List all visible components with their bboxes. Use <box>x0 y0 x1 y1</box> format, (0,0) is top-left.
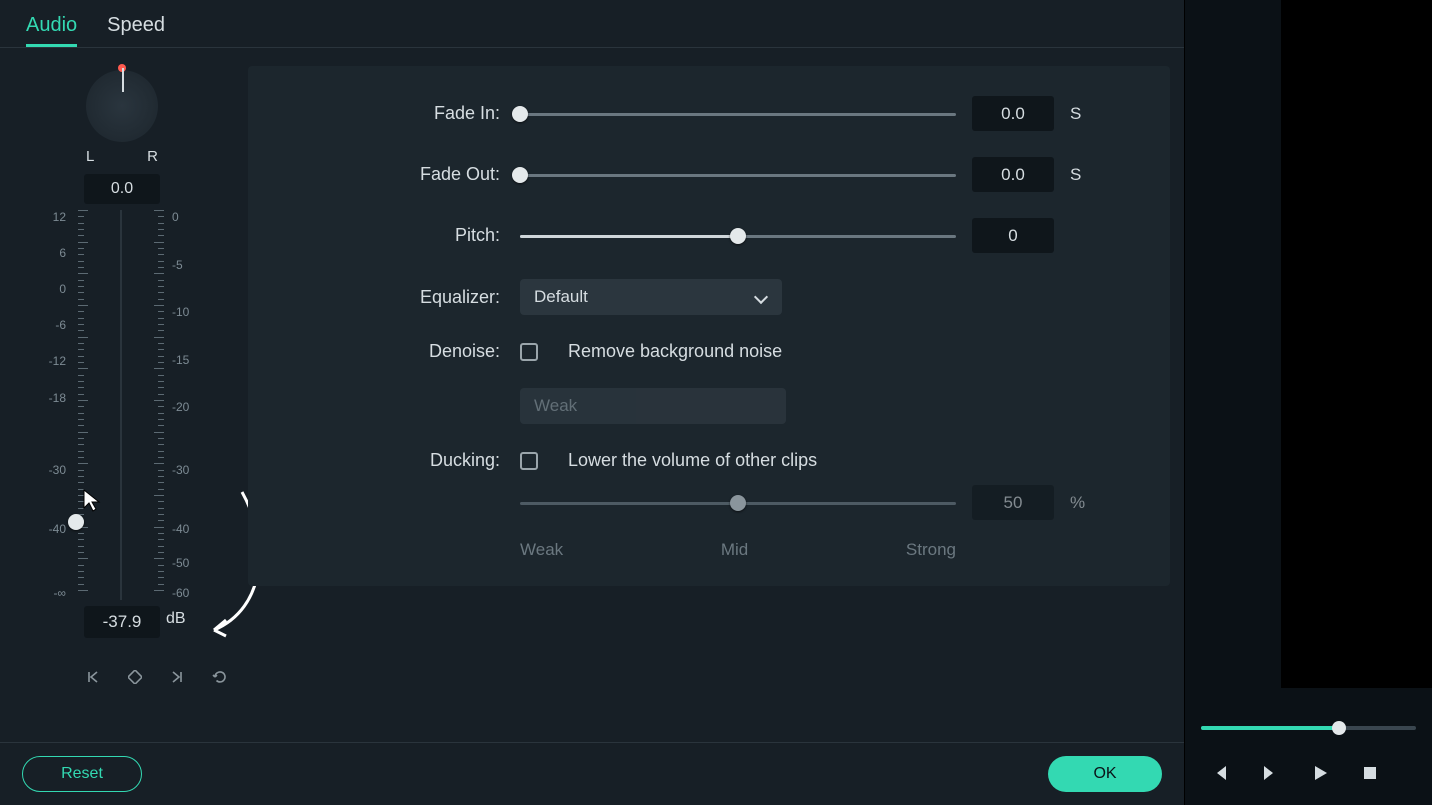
meter-right-tick: -60 <box>172 586 189 600</box>
fade-in-value-input[interactable]: 0.0 <box>972 96 1054 131</box>
meter-right-tick: -20 <box>172 400 189 414</box>
ducking-scale-labels: Weak Mid Strong <box>520 540 956 560</box>
ducking-unit: % <box>1070 493 1088 513</box>
ducking-strong-label: Strong <box>906 540 956 560</box>
meter-right-tick: -30 <box>172 463 189 477</box>
denoise-strength-value: Weak <box>534 396 577 416</box>
denoise-label: Denoise: <box>248 341 520 362</box>
fade-in-unit: S <box>1070 104 1088 124</box>
panel-body: L R 0.0 12 6 0 -6 -12 -18 -30 -40 -∞ 0 -5 -10 -15 -20… <box>0 48 1184 742</box>
fade-out-label: Fade Out: <box>248 164 520 185</box>
pan-right-label: R <box>147 148 158 165</box>
meter-column: L R 0.0 12 6 0 -6 -12 -18 -30 -40 -∞ 0 -5 -10 -15 -20… <box>0 48 248 742</box>
meter-left-tick: 0 <box>59 282 66 296</box>
pan-value-input[interactable]: 0.0 <box>84 174 160 204</box>
pan-left-label: L <box>86 148 94 165</box>
progress-thumb[interactable] <box>1332 721 1346 735</box>
denoise-strength-row: Weak <box>248 388 1146 424</box>
ducking-slider[interactable] <box>520 493 956 513</box>
equalizer-row: Equalizer: Default <box>248 279 1146 315</box>
meter-left-tick: -6 <box>55 318 66 332</box>
meter-right-tick: -50 <box>172 556 189 570</box>
equalizer-value: Default <box>534 287 588 307</box>
keyframe-undo-icon[interactable] <box>210 668 228 686</box>
ducking-row: Ducking: Lower the volume of other clips <box>248 450 1146 471</box>
denoise-row: Denoise: Remove background noise <box>248 341 1146 362</box>
preview-pane <box>1184 0 1432 805</box>
meter-left-tick: -30 <box>49 463 66 477</box>
fade-out-slider[interactable] <box>520 165 956 185</box>
pan-lr-labels: L R <box>86 148 158 165</box>
ok-button[interactable]: OK <box>1048 756 1162 792</box>
tab-audio[interactable]: Audio <box>26 14 77 47</box>
pitch-label: Pitch: <box>248 225 520 246</box>
meter-right-tick: -5 <box>172 258 183 272</box>
ducking-label: Ducking: <box>248 450 520 471</box>
denoise-check-label: Remove background noise <box>568 341 782 362</box>
keyframe-add-icon[interactable] <box>126 668 144 686</box>
player-controls <box>1185 753 1432 793</box>
tab-speed[interactable]: Speed <box>107 14 165 47</box>
meter-left-tick: -40 <box>49 522 66 536</box>
video-preview <box>1281 0 1432 688</box>
volume-slider-handle[interactable] <box>68 514 84 530</box>
tab-bar: Audio Speed <box>0 0 1184 48</box>
fade-out-value-input[interactable]: 0.0 <box>972 157 1054 192</box>
fade-out-row: Fade Out: 0.0 S <box>248 157 1146 192</box>
meter-left-tick: 12 <box>53 210 66 224</box>
denoise-checkbox[interactable] <box>520 343 538 361</box>
step-forward-icon[interactable] <box>1259 762 1281 784</box>
chevron-down-icon <box>754 290 768 304</box>
reset-button[interactable]: Reset <box>22 756 142 792</box>
volume-meter: 12 6 0 -6 -12 -18 -30 -40 -∞ 0 -5 -10 -15 -20 -30 -40 -5… <box>44 210 194 600</box>
meter-right-tick: -15 <box>172 353 189 367</box>
keyframe-prev-icon[interactable] <box>84 668 102 686</box>
stop-icon[interactable] <box>1359 762 1381 784</box>
volume-db-input[interactable]: -37.9 <box>84 606 160 638</box>
ducking-weak-label: Weak <box>520 540 563 560</box>
ducking-slider-row: 50 % <box>248 485 1146 520</box>
equalizer-label: Equalizer: <box>248 287 520 308</box>
fade-in-row: Fade In: 0.0 S <box>248 96 1146 131</box>
volume-db-unit: dB <box>166 610 186 628</box>
ducking-checkbox[interactable] <box>520 452 538 470</box>
keyframe-toolbar <box>84 668 228 686</box>
denoise-strength-select[interactable]: Weak <box>520 388 786 424</box>
meter-right-tick: -10 <box>172 305 189 319</box>
meter-right-tick: -40 <box>172 522 189 536</box>
footer-bar: Reset OK <box>0 742 1184 805</box>
pitch-row: Pitch: 0 <box>248 218 1146 253</box>
meter-left-tick: -12 <box>49 354 66 368</box>
progress-track[interactable] <box>1201 726 1416 730</box>
meter-ticks <box>78 210 164 600</box>
pan-knob[interactable] <box>86 70 158 142</box>
progress-fill <box>1201 726 1339 730</box>
ducking-value-input[interactable]: 50 <box>972 485 1054 520</box>
meter-left-tick: -∞ <box>53 586 66 600</box>
parameters-panel: Fade In: 0.0 S Fade Out: <box>248 66 1170 586</box>
play-icon[interactable] <box>1309 762 1331 784</box>
ducking-labels-row: Weak Mid Strong <box>248 524 1146 560</box>
pitch-value-input[interactable]: 0 <box>972 218 1054 253</box>
meter-right-tick: 0 <box>172 210 179 224</box>
ducking-check-label: Lower the volume of other clips <box>568 450 817 471</box>
equalizer-select[interactable]: Default <box>520 279 782 315</box>
audio-editor-window: Audio Speed L R 0.0 <box>0 0 1432 805</box>
pan-pointer <box>122 68 124 92</box>
fade-in-label: Fade In: <box>248 103 520 124</box>
step-back-icon[interactable] <box>1209 762 1231 784</box>
fade-out-unit: S <box>1070 165 1088 185</box>
player-progress <box>1185 711 1432 745</box>
meter-left-tick: -18 <box>49 391 66 405</box>
meter-left-tick: 6 <box>59 246 66 260</box>
audio-settings-panel: Audio Speed L R 0.0 <box>0 0 1184 805</box>
pitch-slider[interactable] <box>520 226 956 246</box>
fade-in-slider[interactable] <box>520 104 956 124</box>
ducking-mid-label: Mid <box>721 540 748 560</box>
keyframe-next-icon[interactable] <box>168 668 186 686</box>
